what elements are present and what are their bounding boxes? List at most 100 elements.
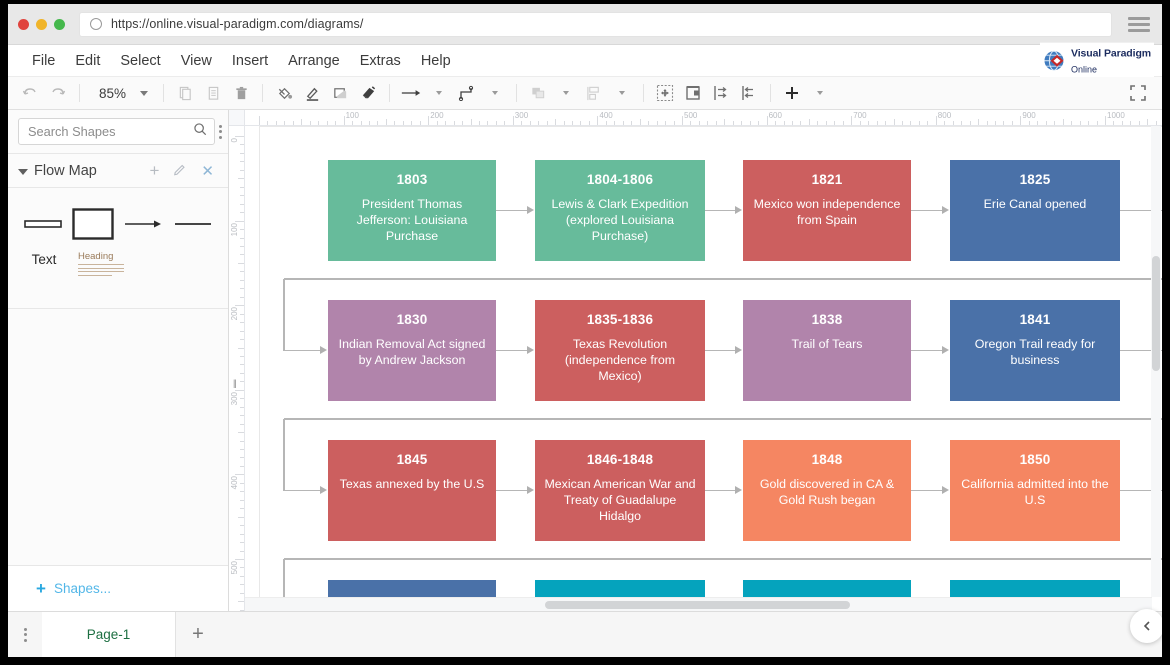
toolbar: 85% bbox=[8, 77, 1162, 110]
bring-to-front-icon[interactable] bbox=[524, 80, 552, 106]
diagram-node[interactable]: 1841 Oregon Trail ready for business bbox=[950, 300, 1120, 401]
diagram-node[interactable]: 1835-1836 Texas Revolution (independence … bbox=[535, 300, 705, 401]
minimize-window-button[interactable] bbox=[36, 18, 47, 30]
fit-page-icon[interactable] bbox=[651, 80, 679, 106]
ruler-tick bbox=[470, 119, 472, 125]
close-window-button[interactable] bbox=[18, 18, 29, 30]
bar-shape[interactable] bbox=[18, 217, 68, 231]
menu-item-insert[interactable]: Insert bbox=[222, 49, 278, 73]
distribute-horizontal-icon[interactable] bbox=[707, 80, 735, 106]
menu-item-view[interactable]: View bbox=[171, 49, 222, 73]
ruler-tick bbox=[808, 119, 810, 125]
search-input[interactable] bbox=[28, 124, 193, 139]
search-input-wrapper[interactable] bbox=[18, 118, 215, 145]
format-painter-icon[interactable] bbox=[354, 80, 382, 106]
more-shapes-button[interactable]: + Shapes... bbox=[8, 566, 228, 611]
ruler-tick bbox=[682, 116, 683, 125]
diagram-node[interactable]: 1830 Indian Removal Act signed by Andrew … bbox=[328, 300, 496, 401]
horizontal-scrollbar[interactable] bbox=[245, 597, 1152, 611]
ruler-tick bbox=[597, 116, 599, 125]
diagram-node[interactable]: 1825 Erie Canal opened bbox=[950, 160, 1120, 261]
horizontal-scroll-thumb[interactable] bbox=[545, 601, 850, 609]
waypoint-style-dropdown[interactable] bbox=[481, 80, 509, 106]
connector-arrowhead bbox=[735, 486, 742, 494]
sidebar-options-icon[interactable] bbox=[219, 123, 222, 141]
align-icon[interactable] bbox=[580, 80, 608, 106]
ruler-tick bbox=[240, 279, 244, 281]
rectangle-shape[interactable] bbox=[68, 208, 118, 240]
diagram-node[interactable]: 1804-1806 Lewis & Clark Expedition (explo… bbox=[535, 160, 705, 261]
add-dropdown[interactable] bbox=[806, 80, 834, 106]
line-shape[interactable] bbox=[168, 217, 218, 231]
plus-icon[interactable]: + bbox=[145, 161, 163, 181]
diagram-node[interactable]: 1848 Gold discovered in CA & Gold Rush be… bbox=[743, 440, 911, 541]
page-tab-page-1[interactable]: Page-1 bbox=[42, 612, 176, 657]
menu-item-file[interactable]: File bbox=[22, 49, 65, 73]
ruler-tick bbox=[240, 423, 244, 425]
bring-to-front-dropdown[interactable] bbox=[552, 80, 580, 106]
copy-icon[interactable] bbox=[171, 80, 199, 106]
redo-icon[interactable] bbox=[44, 80, 72, 106]
ruler-tick bbox=[656, 121, 658, 125]
paste-icon[interactable] bbox=[199, 80, 227, 106]
ruler-tick bbox=[240, 542, 244, 544]
line-color-icon[interactable] bbox=[298, 80, 326, 106]
diagram-node[interactable]: 1821 Mexico won independence from Spain bbox=[743, 160, 911, 261]
pencil-icon[interactable] bbox=[169, 162, 191, 180]
menu-item-help[interactable]: Help bbox=[411, 49, 461, 73]
vertical-scroll-thumb[interactable] bbox=[1152, 256, 1160, 371]
add-plus-icon[interactable] bbox=[778, 80, 806, 106]
shape-group-header[interactable]: Flow Map + ✕ bbox=[8, 154, 228, 188]
address-bar[interactable]: https://online.visual-paradigm.com/diagr… bbox=[79, 11, 1112, 37]
fullscreen-icon[interactable] bbox=[1124, 80, 1152, 106]
diagram-sheet[interactable]: 1803 President Thomas Jefferson: Louisian… bbox=[259, 126, 1162, 611]
align-dropdown[interactable] bbox=[608, 80, 636, 106]
page-options-icon[interactable] bbox=[8, 612, 42, 657]
undo-icon[interactable] bbox=[16, 80, 44, 106]
trash-icon[interactable] bbox=[227, 80, 255, 106]
connector-arrow-dropdown[interactable] bbox=[425, 80, 453, 106]
distribute-vertical-icon[interactable] bbox=[735, 80, 763, 106]
shape-group-title: Flow Map bbox=[34, 162, 97, 179]
zoom-selector[interactable]: 85% bbox=[87, 86, 156, 101]
chevron-down-icon[interactable] bbox=[18, 168, 28, 175]
ruler-tick bbox=[673, 121, 675, 125]
reload-icon[interactable] bbox=[90, 18, 102, 30]
heading-shape[interactable]: Heading bbox=[70, 251, 130, 278]
collapse-panel-button[interactable] bbox=[1130, 609, 1162, 643]
visual-paradigm-logo[interactable]: Visual Paradigm Online bbox=[1039, 42, 1154, 79]
ruler-tick bbox=[275, 121, 277, 125]
horizontal-ruler[interactable]: 10020030040050060070080090010001100 bbox=[245, 110, 1162, 126]
vertical-scrollbar[interactable] bbox=[1151, 126, 1161, 597]
insert-panel-icon[interactable] bbox=[679, 80, 707, 106]
ruler-tick bbox=[529, 121, 531, 125]
ruler-tick bbox=[978, 119, 980, 125]
menu-item-extras[interactable]: Extras bbox=[350, 49, 411, 73]
arrow-shape[interactable] bbox=[118, 217, 168, 231]
menu-item-select[interactable]: Select bbox=[110, 49, 170, 73]
vertical-ruler[interactable]: || 0 100 200 300 400 500 bbox=[229, 126, 245, 611]
diagram-node[interactable]: 1845 Texas annexed by the U.S bbox=[328, 440, 496, 541]
chevron-down-icon[interactable] bbox=[140, 90, 149, 96]
ruler-tick bbox=[825, 121, 827, 125]
connector-arrow-icon[interactable] bbox=[397, 80, 425, 106]
diagram-node[interactable]: 1838 Trail of Tears bbox=[743, 300, 911, 401]
menu-item-edit[interactable]: Edit bbox=[65, 49, 110, 73]
ruler-drag-handle[interactable]: || bbox=[233, 378, 237, 388]
text-shape[interactable]: Text bbox=[18, 252, 70, 267]
ruler-tick bbox=[240, 364, 244, 366]
diagram-canvas[interactable]: 1803 President Thomas Jefferson: Louisian… bbox=[245, 126, 1162, 611]
diagram-node[interactable]: 1850 California admitted into the U.S bbox=[950, 440, 1120, 541]
menu-item-arrange[interactable]: Arrange bbox=[278, 49, 350, 73]
add-page-button[interactable]: + bbox=[176, 612, 220, 657]
search-icon[interactable] bbox=[193, 122, 207, 141]
diagram-node[interactable]: 1803 President Thomas Jefferson: Louisian… bbox=[328, 160, 496, 261]
maximize-window-button[interactable] bbox=[54, 18, 65, 30]
hamburger-menu-icon[interactable] bbox=[1128, 16, 1150, 32]
toolbar-divider bbox=[643, 84, 645, 102]
shape-style-icon[interactable] bbox=[326, 80, 354, 106]
close-x-icon[interactable]: ✕ bbox=[197, 162, 218, 180]
diagram-node[interactable]: 1846-1848 Mexican American War and Treaty… bbox=[535, 440, 705, 541]
waypoint-style-icon[interactable] bbox=[453, 80, 481, 106]
fill-color-icon[interactable] bbox=[270, 80, 298, 106]
